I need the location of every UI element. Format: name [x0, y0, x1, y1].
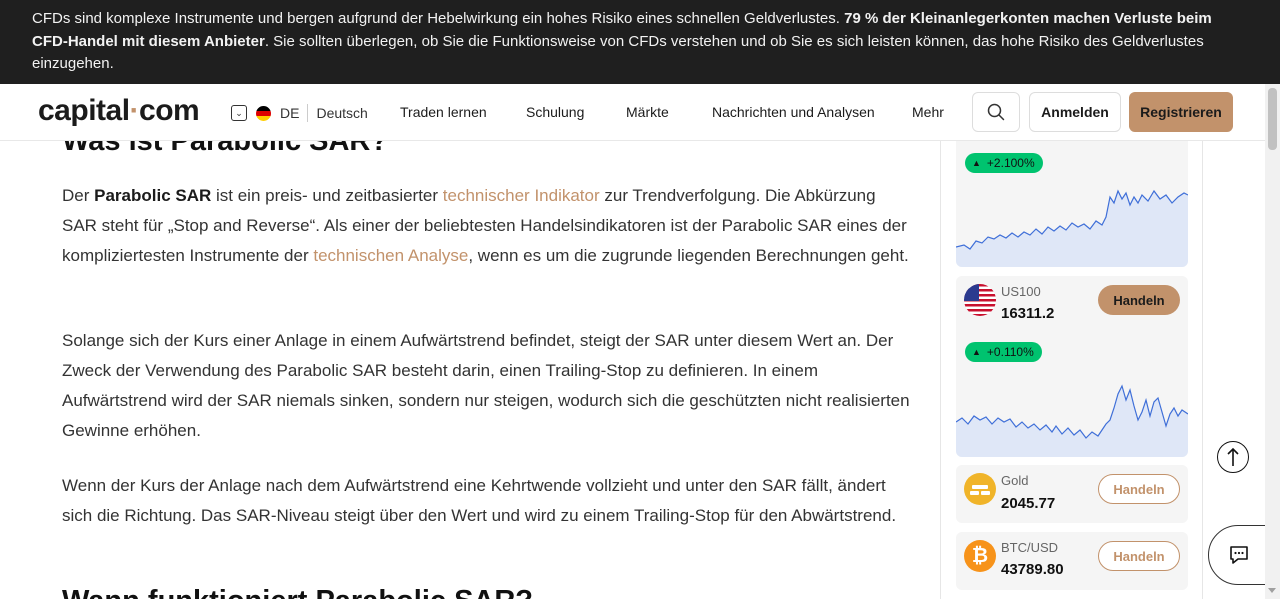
gold-icon — [964, 473, 996, 505]
link-technischer-indikator[interactable]: technischer Indikator — [443, 186, 600, 205]
scroll-to-top-button[interactable] — [1217, 441, 1249, 473]
chat-button[interactable] — [1208, 525, 1270, 585]
logo-text: capital — [38, 94, 130, 127]
nav-maerkte[interactable]: Märkte — [626, 104, 669, 120]
chevron-down-icon: ⌄ — [231, 105, 247, 121]
register-button[interactable]: Registrieren — [1129, 92, 1233, 132]
market-card-gold[interactable]: Gold 2045.77 Handeln — [956, 465, 1188, 523]
change-value: +2.100% — [986, 156, 1035, 170]
divider — [307, 104, 309, 122]
section-heading: Was ist Parabolic SAR? — [62, 141, 389, 157]
asset-price: 43789.80 — [1001, 561, 1064, 578]
arrow-up-icon — [1227, 447, 1239, 466]
search-button[interactable] — [972, 92, 1020, 132]
nav-nachrichten[interactable]: Nachrichten und Analysen — [712, 104, 875, 120]
paragraph-uptrend: Solange sich der Kurs einer Anlage in ei… — [62, 331, 910, 440]
logo-dot: · — [129, 94, 140, 127]
text: , wenn es um die zugrunde liegenden Bere… — [468, 246, 909, 265]
top-navbar: capital·com ⌄ DE Deutsch Traden lernen S… — [0, 84, 1265, 141]
page-scrollbar[interactable] — [1265, 84, 1280, 599]
link-technische-analyse[interactable]: technischen Analyse — [313, 246, 468, 265]
article-content: Was ist Parabolic SAR? Der Parabolic SAR… — [62, 141, 912, 599]
market-card-btc[interactable]: ₿ BTC/USD 43789.80 Handeln — [956, 532, 1188, 590]
bold-term: Parabolic SAR — [94, 186, 212, 205]
chevron-up-icon: ▲ — [972, 158, 981, 168]
login-button[interactable]: Anmelden — [1029, 92, 1121, 132]
market-card-us100[interactable]: US100 16311.2 Handeln ▲ +0.110% — [956, 276, 1188, 457]
search-icon — [987, 103, 1005, 121]
markets-sidebar: ▲ +2.100% US100 16311.2 Handeln ▲ +0.110… — [940, 141, 1203, 599]
market-card[interactable]: ▲ +2.100% — [956, 141, 1188, 267]
nav-traden-lernen[interactable]: Traden lernen — [400, 104, 487, 120]
chevron-up-icon: ▲ — [972, 347, 981, 357]
paragraph-reversal: Wenn der Kurs der Anlage nach dem Aufwär… — [62, 476, 897, 525]
us-flag-icon — [964, 284, 996, 316]
change-badge: ▲ +0.110% — [965, 342, 1042, 362]
risk-warning-banner: CFDs sind komplexe Instrumente und berge… — [0, 0, 1280, 84]
nav-mehr[interactable]: Mehr — [912, 104, 944, 120]
trade-button-btc[interactable]: Handeln — [1098, 541, 1180, 571]
text: ist ein preis- und zeitbasierter — [211, 186, 443, 205]
scroll-down-arrow-icon[interactable] — [1268, 588, 1276, 593]
risk-text: CFDs sind komplexe Instrumente und berge… — [32, 10, 845, 27]
lang-code: DE — [280, 105, 300, 121]
price-sparkline — [956, 384, 1188, 457]
lang-name: Deutsch — [316, 105, 368, 121]
nav-schulung[interactable]: Schulung — [526, 104, 584, 120]
trade-button-gold[interactable]: Handeln — [1098, 474, 1180, 504]
asset-name: Gold — [1001, 473, 1029, 488]
capital-logo[interactable]: capital·com — [38, 94, 200, 128]
change-value: +0.110% — [986, 345, 1034, 359]
asset-price: 16311.2 — [1001, 305, 1055, 322]
section-heading-next: Wann funktioniert Parabolic SAR? — [62, 583, 533, 599]
trade-button-us100[interactable]: Handeln — [1098, 285, 1180, 315]
change-badge: ▲ +2.100% — [965, 153, 1043, 173]
asset-name: BTC/USD — [1001, 540, 1059, 555]
scrollbar-thumb[interactable] — [1268, 88, 1277, 150]
bitcoin-icon: ₿ — [964, 540, 996, 572]
text: Der — [62, 186, 95, 205]
paragraph-intro: Der Parabolic SAR ist ein preis- und zei… — [62, 181, 912, 271]
germany-flag-icon — [256, 105, 271, 121]
asset-name: US100 — [1001, 284, 1041, 299]
chat-icon — [1230, 546, 1248, 564]
asset-price: 2045.77 — [1001, 495, 1056, 512]
language-selector[interactable]: ⌄ DE Deutsch — [231, 103, 368, 123]
price-sparkline — [956, 189, 1188, 267]
logo-text-end: com — [139, 94, 200, 127]
